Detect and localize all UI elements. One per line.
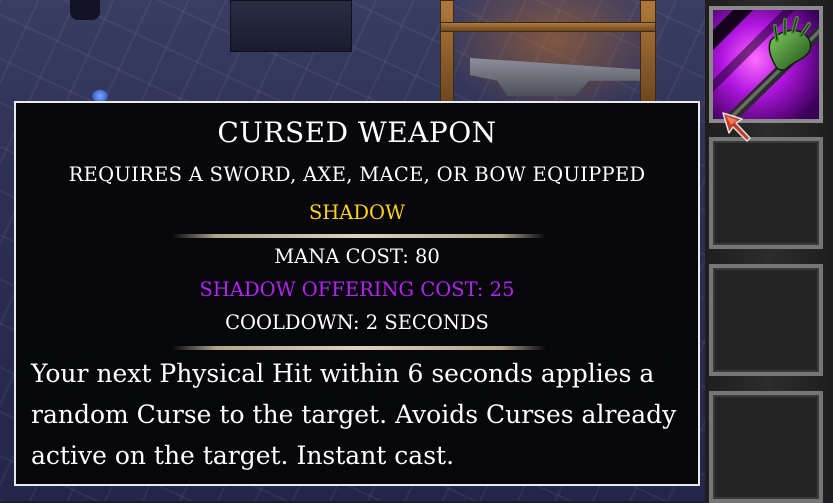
tooltip-divider-top bbox=[172, 234, 546, 238]
skill-school: SHADOW bbox=[308, 201, 406, 224]
mana-cost: MANA COST: 80 bbox=[274, 245, 440, 268]
wooden-crate bbox=[230, 0, 352, 52]
sword-cursor-icon bbox=[722, 112, 751, 142]
shadow-offering-cost: SHADOW OFFERING COST: 25 bbox=[199, 278, 515, 301]
weapon-requirement: REQUIRES A SWORD, AXE, MACE, OR BOW EQUI… bbox=[68, 163, 646, 186]
forge-beam-left bbox=[440, 0, 454, 102]
cursed-weapon-skill-icon bbox=[713, 10, 819, 119]
tooltip-divider-bottom bbox=[172, 346, 546, 350]
skill-slot-1[interactable] bbox=[709, 6, 823, 123]
skill-slot-2[interactable] bbox=[709, 137, 823, 249]
skill-description: Your next Physical Hit within 6 seconds … bbox=[31, 359, 677, 470]
skill-tooltip: CURSED WEAPON REQUIRES A SWORD, AXE, MAC… bbox=[14, 101, 700, 486]
forge-beam-right bbox=[640, 0, 656, 102]
anvil bbox=[470, 58, 640, 96]
skill-slot-4[interactable] bbox=[709, 391, 823, 503]
skill-slot-3[interactable] bbox=[709, 264, 823, 376]
forge-beam-top bbox=[440, 22, 656, 32]
cooldown: COOLDOWN: 2 SECONDS bbox=[225, 311, 489, 334]
character-silhouette bbox=[70, 0, 100, 20]
tooltip-title: CURSED WEAPON bbox=[217, 116, 497, 149]
